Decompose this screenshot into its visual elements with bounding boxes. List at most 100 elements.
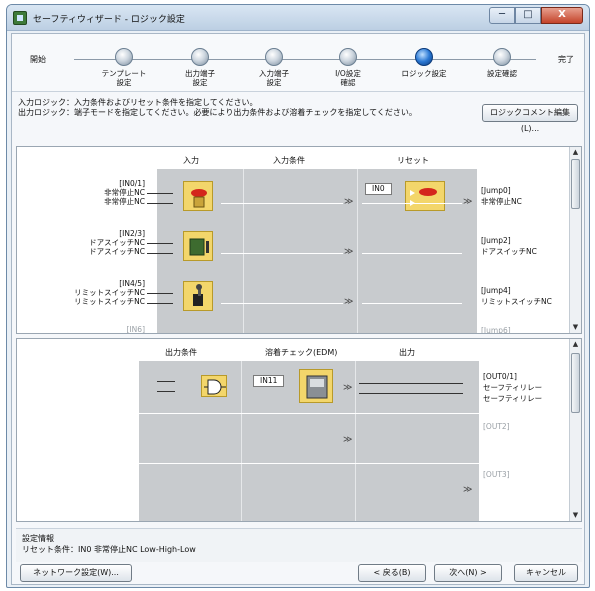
wire [147, 293, 173, 294]
wire [147, 253, 173, 254]
step-dot-active-icon [415, 48, 433, 66]
edm-tag[interactable]: IN11 [253, 375, 285, 387]
network-settings-button[interactable]: ネットワーク設定(W)... [20, 564, 132, 582]
input-terminal-label: [IN4/5] [119, 279, 145, 288]
input-row-label: [IN2/3] ドアスイッチNC ドアスイッチNC [45, 229, 145, 256]
next-button[interactable]: 次へ(N) > [434, 564, 502, 582]
jump-device-label: ドアスイッチNC [481, 247, 537, 256]
output-line [359, 393, 463, 394]
jump-label: [Jump0] [481, 186, 511, 195]
chevron-down-icon[interactable]: ≫ [463, 485, 472, 495]
jump-output: [Jump2] ドアスイッチNC [481, 235, 537, 257]
step-dot-icon [265, 48, 283, 66]
minimize-button[interactable]: ─ [489, 7, 515, 24]
input-device-label: リミットスイッチNC [74, 297, 145, 306]
jump-label: [Jump6] [481, 326, 511, 334]
output-terminal-label: [OUT0/1] [483, 372, 517, 381]
reset-line [362, 253, 462, 254]
logic-comment-edit-button[interactable]: ロジックコメント編集(L)... [482, 104, 578, 133]
row-divider [139, 463, 479, 464]
scroll-up-icon[interactable]: ▲ [570, 147, 581, 158]
reset-line [362, 203, 462, 204]
jump-label: [Jump4] [481, 286, 511, 295]
step-label: 出力端子 設定 [185, 69, 215, 87]
output-terminal-label: [OUT2] [483, 422, 510, 431]
step-dot-icon [339, 48, 357, 66]
input-terminal-label: [IN2/3] [119, 229, 145, 238]
wizard-content: 開始 完了 テンプレート 設定 出力端子 設定 入力端子 設定 I/O設定 確認… [11, 33, 585, 585]
input-device-label: ドアスイッチNC [89, 238, 145, 247]
col-header-output-condition: 出力条件 [165, 348, 197, 357]
step-label: I/O設定 確認 [335, 69, 361, 87]
output-device-label: セーフティリレー [483, 383, 543, 392]
output-logic-panel: 出力条件 溶着チェック(EDM) 出力 IN11 ≫ [OUT0/1] セーフテ… [16, 338, 582, 522]
condition-line [221, 303, 343, 304]
step-start-label: 開始 [30, 55, 46, 64]
chevron-down-icon[interactable]: ≫ [463, 197, 472, 207]
step-logic: ロジック設定 [394, 48, 454, 78]
step-template: テンプレート 設定 [94, 48, 154, 87]
wire [157, 391, 175, 392]
step-dot-icon [115, 48, 133, 66]
input-logic-scrollbar[interactable]: ▲ ▼ [569, 147, 581, 333]
col-header-output: 出力 [399, 348, 415, 357]
maximize-button[interactable]: □ [515, 7, 541, 24]
input-device-label: 非常停止NC [104, 188, 145, 197]
back-button[interactable]: < 戻る(B) [358, 564, 426, 582]
output-terminal: [OUT0/1] セーフティリレー セーフティリレー [483, 371, 542, 404]
reset-tag[interactable]: IN0 [365, 183, 392, 195]
cancel-button[interactable]: キャンセル [514, 564, 578, 582]
col-header-reset: リセット [397, 156, 429, 165]
window-title: セーフティウィザード - ロジック設定 [33, 15, 185, 25]
limit-switch-icon[interactable] [183, 281, 213, 311]
app-icon [13, 11, 27, 25]
grid-divider [241, 361, 242, 521]
chevron-down-icon[interactable]: ≫ [344, 247, 353, 257]
wire [147, 193, 173, 194]
reset-switch-icon[interactable] [405, 181, 445, 211]
door-switch-icon[interactable] [183, 231, 213, 261]
input-row-label: [IN4/5] リミットスイッチNC リミットスイッチNC [45, 279, 145, 306]
wizard-steps: 開始 完了 テンプレート 設定 出力端子 設定 入力端子 設定 I/O設定 確認… [12, 34, 584, 92]
output-line [359, 383, 463, 384]
safety-relay-icon[interactable] [299, 369, 333, 403]
scroll-thumb[interactable] [571, 159, 580, 209]
grid-divider [357, 169, 358, 333]
scroll-down-icon[interactable]: ▼ [570, 322, 581, 333]
step-end-label: 完了 [558, 55, 574, 64]
wire [147, 203, 173, 204]
input-device-label: 非常停止NC [104, 197, 145, 206]
chevron-down-icon[interactable]: ≫ [344, 297, 353, 307]
close-button[interactable]: X [541, 7, 583, 24]
emergency-stop-icon[interactable] [183, 181, 213, 211]
wire [157, 381, 175, 382]
step-dot-icon [493, 48, 511, 66]
reset-line [362, 303, 462, 304]
input-device-label: ドアスイッチNC [89, 247, 145, 256]
step-label: テンプレート 設定 [101, 69, 147, 87]
condition-line [221, 203, 343, 204]
chevron-down-icon[interactable]: ≫ [344, 197, 353, 207]
step-output-terminal: 出力端子 設定 [170, 48, 230, 87]
grid-divider [355, 361, 356, 521]
col-header-input-condition: 入力条件 [273, 156, 305, 165]
and-gate-icon[interactable] [201, 375, 227, 397]
output-terminal-label: [OUT3] [483, 470, 510, 479]
chevron-down-icon[interactable]: ≫ [343, 435, 352, 445]
jump-label: [Jump2] [481, 236, 511, 245]
step-label: 設定確認 [487, 69, 517, 78]
chevron-down-icon[interactable]: ≫ [343, 383, 352, 393]
scroll-up-icon[interactable]: ▲ [570, 339, 581, 350]
settings-info-text: リセット条件：IN0 非常停止NC Low-High-Low [22, 545, 196, 554]
input-logic-panel: 入力 入力条件 リセット [IN0/1] 非常停止NC 非常停止NC ≫ IN0 [16, 146, 582, 334]
output-device-label: セーフティリレー [483, 394, 543, 403]
step-io-confirm: I/O設定 確認 [318, 48, 378, 87]
step-dot-icon [191, 48, 209, 66]
settings-info: 設定情報 リセット条件：IN0 非常停止NC Low-High-Low [16, 528, 582, 562]
instructions: 入力ロジック：入力条件およびリセット条件を指定してください。 出力ロジック：端子… [12, 92, 584, 133]
scroll-thumb[interactable] [571, 353, 580, 413]
scroll-down-icon[interactable]: ▼ [570, 510, 581, 521]
output-logic-scrollbar[interactable]: ▲ ▼ [569, 339, 581, 521]
title-bar: セーフティウィザード - ロジック設定 ─ □ X [7, 5, 589, 31]
input-row-label: [IN0/1] 非常停止NC 非常停止NC [45, 179, 145, 206]
